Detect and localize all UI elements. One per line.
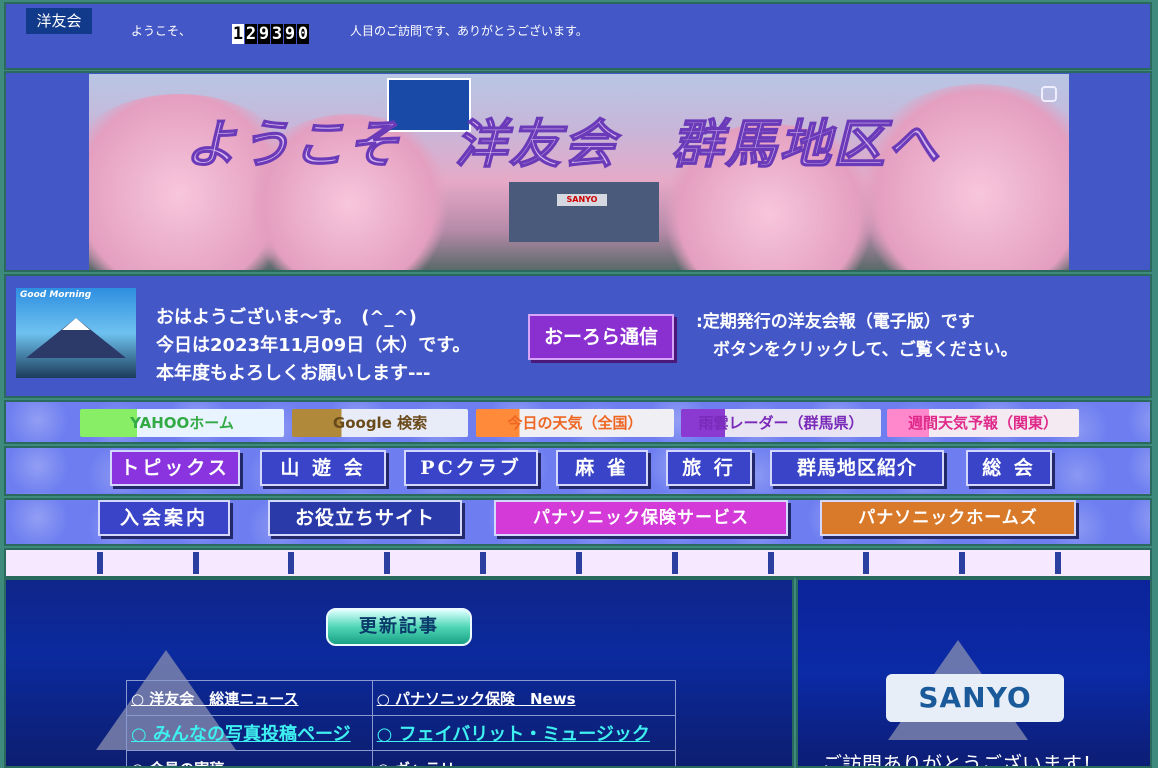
nav-gunma-intro-button[interactable]: 群馬地区紹介	[770, 450, 944, 486]
gallery-link[interactable]: ○ ギャラリー	[372, 751, 675, 768]
yahoo-link[interactable]: YAHOOホーム	[80, 409, 284, 437]
spacer-cell	[959, 552, 1053, 574]
visitor-counter: 1 2 9 3 9 0	[232, 24, 310, 44]
good-morning-caption: Good Morning	[20, 290, 91, 300]
spacer-cell	[384, 552, 478, 574]
side-panel: SANYO ご訪問ありがとうございます！	[796, 578, 1152, 768]
nav-mahjong-button[interactable]: 麻 雀	[556, 450, 648, 486]
site-logo[interactable]: 洋友会	[26, 8, 92, 34]
aurora-description: :定期発行の洋友会報（電子版）です ボタンをクリックして、ご覧ください。	[696, 308, 1018, 364]
counter-digit: 3	[271, 24, 283, 44]
nav-topics-button[interactable]: トピックス	[110, 450, 240, 486]
greeting-text: おはようございま～す。 (^_^) 今日は2023年11月09日（木）です。 本…	[156, 304, 470, 388]
counter-digit: 0	[297, 24, 309, 44]
aurora-newsletter-button[interactable]: おーろら通信	[528, 314, 674, 360]
counter-digit: 2	[245, 24, 257, 44]
spacer-cell	[672, 552, 766, 574]
greeting-line: 今日は2023年11月09日（木）です。	[156, 332, 470, 360]
nav-panasonic-homes-button[interactable]: パナソニックホームズ	[820, 500, 1076, 536]
links-table: ○ 洋友会 総連ニュース ○ パナソニック保険 News ○ みんなの写真投稿ペ…	[126, 680, 676, 768]
quick-links-bar: YAHOOホーム Google 検索 今日の天気（全国） 雨雲レーダー（群馬県）…	[4, 400, 1152, 444]
greeting-line: 本年度もよろしくお願いします---	[156, 360, 470, 388]
spacer-cell	[193, 552, 287, 574]
mt-fuji-image: Good Morning	[16, 288, 136, 378]
counter-digit: 9	[258, 24, 270, 44]
spacer-row	[4, 548, 1152, 578]
banner-title: ようこそ 洋友会 群馬地区へ	[185, 102, 941, 177]
nav-panasonic-insurance-button[interactable]: パナソニック保険サービス	[494, 500, 788, 536]
spacer-cell	[97, 552, 191, 574]
nav-membership-button[interactable]: 入会案内	[98, 500, 230, 536]
google-link[interactable]: Google 検索	[292, 409, 468, 437]
counter-digit: 1	[232, 24, 244, 44]
spacer-cell	[480, 552, 574, 574]
gate-building: SANYO	[509, 182, 659, 242]
header-bar: 洋友会 ようこそ、 1 2 9 3 9 0 人目のご訪問です、ありがとうございま…	[4, 2, 1152, 70]
counter-digit: 9	[284, 24, 296, 44]
insurance-news-link[interactable]: ○ パナソニック保険 News	[372, 681, 675, 716]
updates-button[interactable]: 更新記事	[326, 608, 472, 646]
sanyo-logo[interactable]: SANYO	[886, 674, 1064, 722]
welcome-text: ようこそ、	[131, 22, 191, 39]
table-row: ○ 洋友会 総連ニュース ○ パナソニック保険 News	[127, 681, 676, 716]
news-link[interactable]: ○ 洋友会 総連ニュース	[127, 681, 373, 716]
favorite-music-link[interactable]: ○ フェイバリット・ミュージック	[372, 716, 675, 751]
nav-pc-club-button[interactable]: PCクラブ	[404, 450, 538, 486]
nav-travel-button[interactable]: 旅 行	[666, 450, 752, 486]
nav-hiking-button[interactable]: 山 遊 会	[260, 450, 386, 486]
weekly-forecast-link[interactable]: 週間天気予報（関東）	[887, 409, 1079, 437]
spacer-cell	[576, 552, 670, 574]
aurora-desc-line: ボタンをクリックして、ご覧ください。	[696, 336, 1018, 364]
spacer-cell	[288, 552, 382, 574]
table-row: ○ みんなの写真投稿ページ ○ フェイバリット・ミュージック	[127, 716, 676, 751]
visit-thanks-message: ご訪問ありがとうございます！	[822, 748, 1102, 768]
nav-row-2: 入会案内 お役立ちサイト パナソニック保険サービス パナソニックホームズ	[4, 498, 1152, 546]
table-row: ○ 会員の寄稿 ○ ギャラリー	[127, 751, 676, 768]
nav-useful-sites-button[interactable]: お役立ちサイト	[268, 500, 462, 536]
gate-sign: SANYO	[557, 194, 607, 206]
spacer-cell	[7, 552, 95, 574]
spacer-cell	[768, 552, 862, 574]
main-content: 更新記事 ○ 洋友会 総連ニュース ○ パナソニック保険 News ○ みんなの…	[4, 578, 794, 768]
banner-row: SANYO ようこそ 洋友会 群馬地区へ	[4, 71, 1152, 272]
rain-radar-link[interactable]: 雨雲レーダー（群馬県）	[681, 409, 881, 437]
weather-today-link[interactable]: 今日の天気（全国）	[476, 409, 674, 437]
greeting-row: Good Morning おはようございま～す。 (^_^) 今日は2023年1…	[4, 274, 1152, 398]
expand-icon[interactable]	[1041, 86, 1057, 102]
spacer-cell	[1055, 552, 1149, 574]
photo-post-link[interactable]: ○ みんなの写真投稿ページ	[127, 716, 373, 751]
banner-image: SANYO ようこそ 洋友会 群馬地区へ	[89, 74, 1069, 270]
nav-general-meeting-button[interactable]: 総 会	[966, 450, 1052, 486]
visit-thanks-text: 人目のご訪問です、ありがとうございます。	[350, 22, 588, 39]
nav-row-1: トピックス 山 遊 会 PCクラブ 麻 雀 旅 行 群馬地区紹介 総 会	[4, 446, 1152, 496]
aurora-desc-line: :定期発行の洋友会報（電子版）です	[696, 308, 1018, 336]
greeting-line: おはようございま～す。 (^_^)	[156, 304, 470, 332]
spacer-cell	[863, 552, 957, 574]
member-contrib-link[interactable]: ○ 会員の寄稿	[127, 751, 373, 768]
